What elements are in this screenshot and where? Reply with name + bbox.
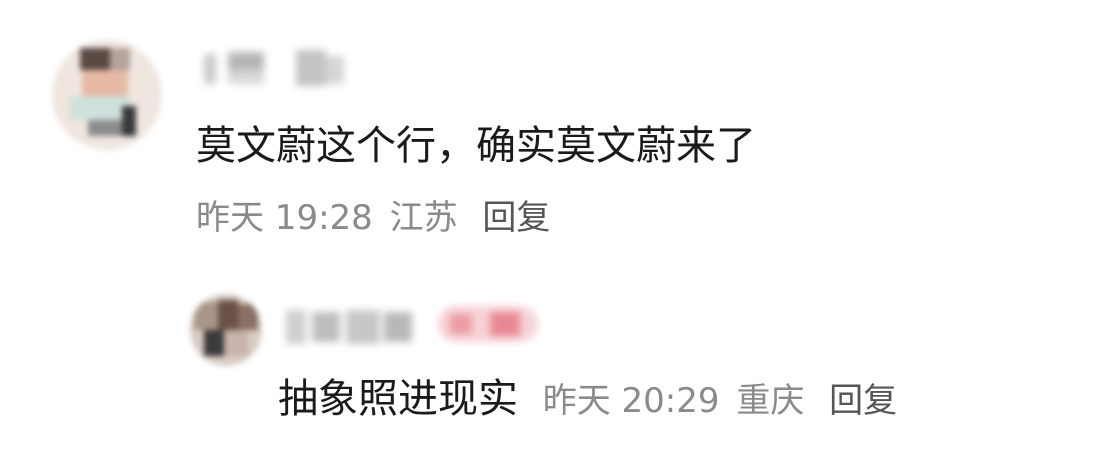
reply-item: 抽象照进现实 昨天 20:29 重庆 回复 [0, 280, 1116, 462]
username-blurred[interactable] [200, 48, 360, 88]
reply-user-avatar[interactable] [190, 294, 262, 366]
comment-time: 昨天 19:28 [196, 198, 373, 238]
reply-button[interactable]: 回复 [829, 381, 897, 421]
user-avatar[interactable] [52, 40, 162, 150]
reply-location: 重庆 [736, 381, 805, 421]
comment-location: 江苏 [389, 198, 458, 238]
comment-item: 莫文蔚这个行，确实莫文蔚来了 昨天 19:28 江苏 回复 [0, 0, 1116, 270]
reply-time: 昨天 20:29 [542, 381, 720, 421]
reply-content: 抽象照进现实 [278, 376, 518, 422]
comment-text: 莫文蔚这个行，确实莫文蔚来了 [196, 123, 756, 169]
reply-text: 抽象照进现实 昨天 20:29 重庆 回复 [278, 372, 897, 428]
badge-blurred [432, 296, 544, 352]
reply-username-blurred[interactable] [282, 302, 422, 352]
reply-meta: 昨天 20:29 重庆 回复 [543, 381, 897, 421]
reply-button[interactable]: 回复 [482, 198, 550, 238]
comment-meta: 昨天 19:28 江苏 回复 [196, 196, 550, 240]
